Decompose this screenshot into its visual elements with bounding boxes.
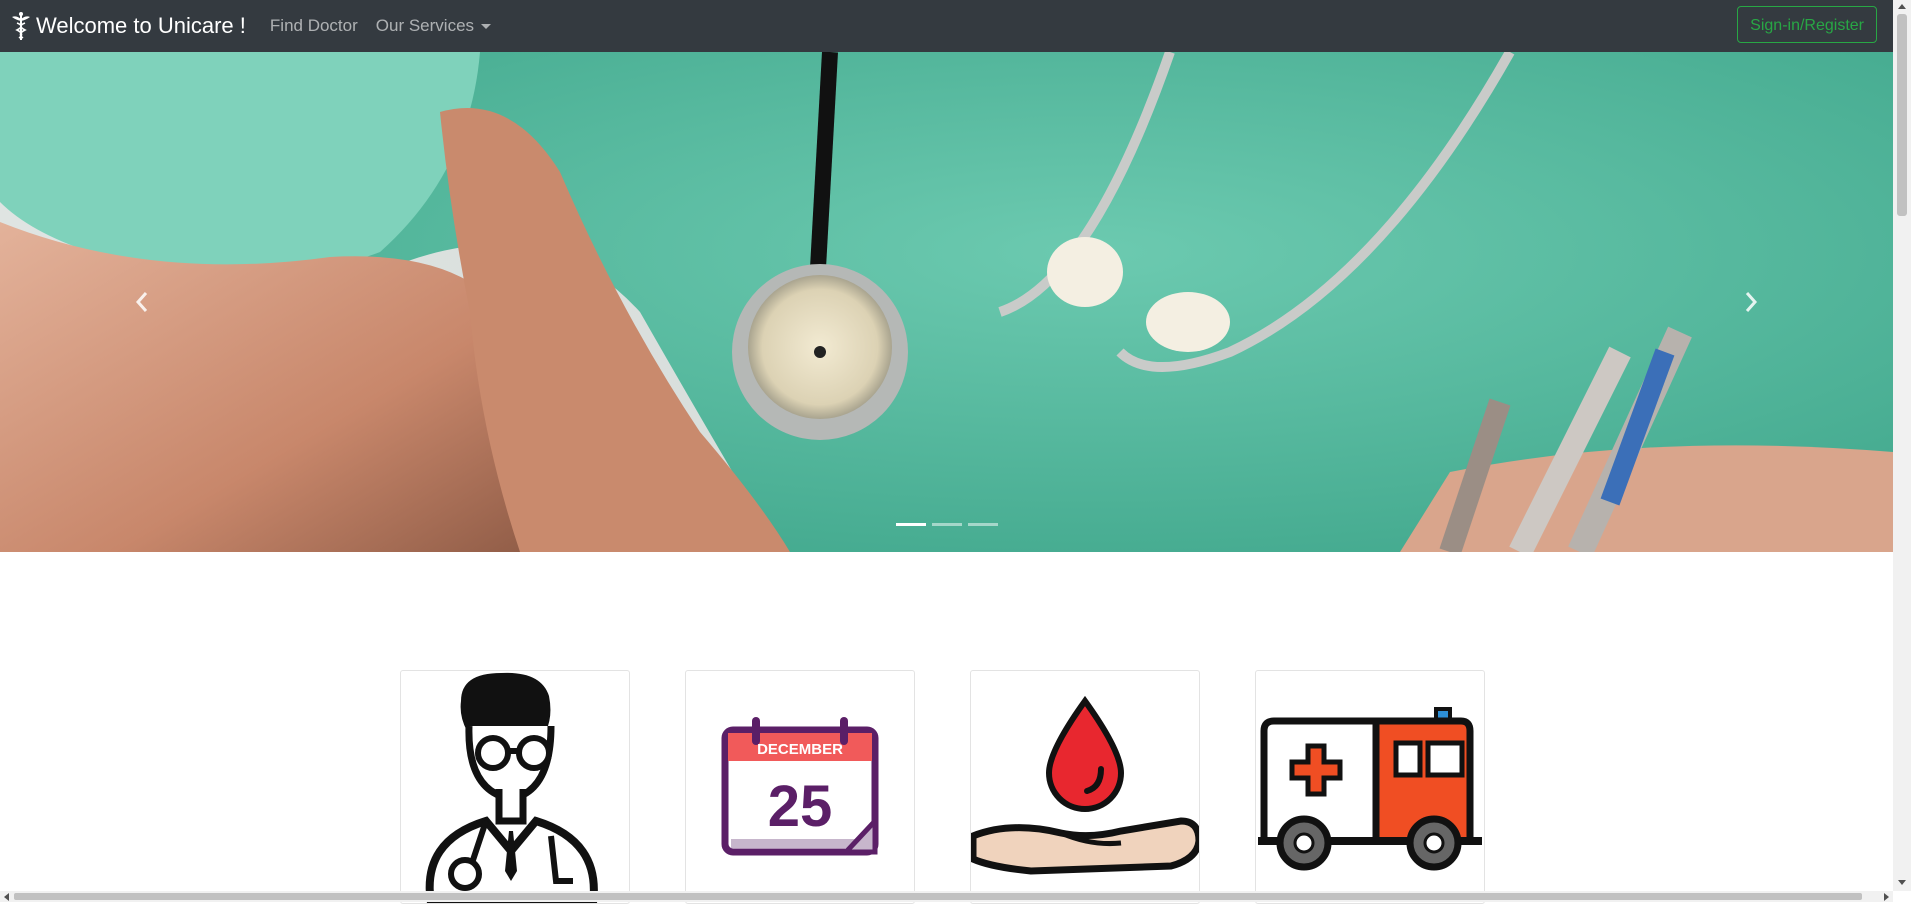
horizontal-scroll-thumb[interactable] <box>14 893 1862 900</box>
vertical-scrollbar[interactable] <box>1893 0 1911 891</box>
doctor-icon <box>425 672 598 903</box>
scroll-down-icon[interactable] <box>1898 880 1906 885</box>
nav-our-services[interactable]: Our Services <box>375 16 492 36</box>
scroll-left-icon[interactable] <box>4 893 9 901</box>
scroll-up-icon[interactable] <box>1898 4 1906 9</box>
ambulance-icon <box>1258 707 1482 871</box>
card-ambulance[interactable] <box>1255 670 1485 904</box>
card-appointment[interactable]: DECEMBER 25 <box>685 670 915 904</box>
chevron-left-icon <box>135 292 148 312</box>
horizontal-scrollbar[interactable] <box>0 891 1893 902</box>
caduceus-icon <box>12 12 30 40</box>
signin-register-button[interactable]: Sign-in/Register <box>1737 6 1877 43</box>
hero-carousel <box>0 52 1893 552</box>
carousel-indicator[interactable] <box>931 523 962 526</box>
navbar: Welcome to Unicare ! Find Doctor Our Ser… <box>0 0 1893 52</box>
brand[interactable]: Welcome to Unicare ! <box>10 11 246 41</box>
calendar-icon: DECEMBER 25 <box>721 717 879 856</box>
carousel-indicators <box>0 523 1893 526</box>
brand-title: Welcome to Unicare ! <box>36 13 246 38</box>
calendar-day: 25 <box>768 774 833 839</box>
carousel-prev-button[interactable] <box>0 52 284 552</box>
chevron-right-icon <box>1745 292 1758 312</box>
carousel-indicator[interactable] <box>967 523 998 526</box>
nav-find-doctor[interactable]: Find Doctor <box>270 16 358 36</box>
carousel-next-button[interactable] <box>1609 52 1893 552</box>
card-blood-donation[interactable] <box>970 670 1200 904</box>
scroll-right-icon[interactable] <box>1884 893 1889 901</box>
vertical-scroll-thumb[interactable] <box>1897 14 1907 216</box>
card-doctor[interactable] <box>400 670 630 904</box>
calendar-month: DECEMBER <box>757 741 843 758</box>
nav-our-services-label: Our Services <box>375 16 475 35</box>
chevron-down-icon <box>481 24 492 30</box>
carousel-indicator[interactable] <box>895 523 926 526</box>
blood-donation-icon <box>971 695 1199 875</box>
